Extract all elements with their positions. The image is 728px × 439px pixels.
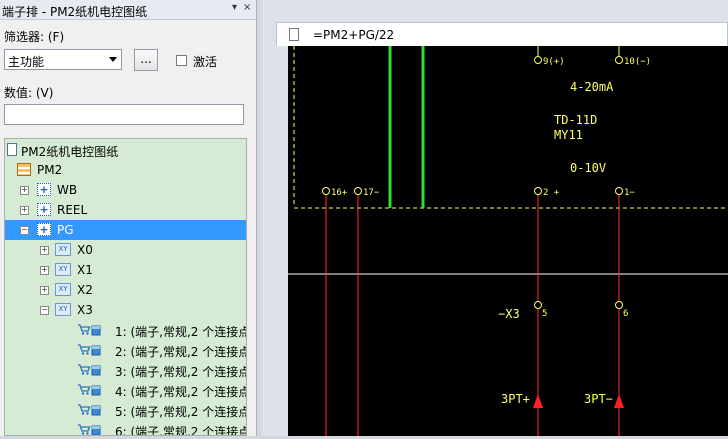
tree-item-label: 2: (端子,常规,2 个连接点 [115, 345, 247, 359]
collapse-icon[interactable]: − [40, 306, 49, 315]
terminal-cart-icon [77, 323, 101, 336]
location-icon: + [37, 203, 51, 216]
terminal-cart-icon [77, 383, 101, 396]
tree-item-terminal[interactable]: 3: (端子,常规,2 个连接点 [5, 360, 247, 380]
arrow-up-icon [614, 394, 624, 408]
tree-item-x1[interactable]: + XY X1 [5, 260, 246, 280]
pin-17-label: 17− [363, 188, 380, 198]
terminal-circle [615, 187, 623, 195]
tree-item-label: PM2纸机电控图纸 [21, 145, 119, 159]
schematic-canvas[interactable]: 9(+) 10(−) 4-20mA TD-11D MY11 0-10V 16+ … [288, 46, 728, 436]
tree-item-terminal[interactable]: 1: (端子,常规,2 个连接点 [5, 320, 247, 340]
tree-item-terminal[interactable]: 4: (端子,常规,2 个连接点 [5, 380, 247, 400]
xy-strip-icon: XY [55, 283, 71, 296]
tree-item-label: 5: (端子,常规,2 个连接点 [115, 405, 247, 419]
tree-item-label: 1: (端子,常规,2 个连接点 [115, 325, 247, 339]
terminal-tree[interactable]: PM2纸机电控图纸 PM2 + + WB + + REEL − + PG + X… [4, 138, 247, 436]
terminal-strip-panel: 端子排 - PM2纸机电控图纸 ▾ × 筛选器: (F) 主功能 ... 激活 … [0, 0, 257, 436]
tab-page[interactable]: =PM2+PG/22 [276, 22, 728, 46]
tree-item-label: X3 [77, 303, 93, 317]
expand-icon[interactable]: + [40, 286, 49, 295]
device-type-label: TD-11D [554, 113, 597, 127]
location-icon: + [37, 223, 51, 236]
collapse-icon[interactable]: − [20, 226, 29, 235]
terminal-cart-icon [77, 343, 101, 356]
tree-item-root[interactable]: PM2纸机电控图纸 [5, 140, 246, 160]
tree-item-pm2[interactable]: PM2 [5, 160, 246, 180]
tree-item-label: REEL [57, 203, 88, 217]
pin-16-label: 16+ [331, 188, 348, 198]
tree-item-label: 4: (端子,常规,2 个连接点 [115, 385, 247, 399]
close-icon[interactable]: × [243, 2, 251, 13]
pin-6-label: 6 [623, 309, 628, 319]
terminal-cart-icon [77, 363, 101, 376]
tree-item-x0[interactable]: + XY X0 [5, 240, 246, 260]
filter-select[interactable]: 主功能 [4, 49, 122, 70]
tree-item-label: 6: (端子,常规,2 个连接点 [115, 425, 247, 436]
xy-strip-icon: XY [55, 303, 71, 316]
terminal-circle [534, 301, 542, 309]
activate-label: 激活 [193, 55, 218, 69]
page-icon [289, 28, 299, 41]
connector-label: −X3 [498, 307, 520, 321]
xy-strip-icon: XY [55, 263, 71, 276]
signal-current-label: 4-20mA [570, 80, 614, 94]
output-minus-label: 3PT− [584, 392, 613, 406]
tree-item-label: PG [57, 223, 74, 237]
pin-2-label: 2 + [543, 188, 560, 198]
schematic-drawing: 9(+) 10(−) 4-20mA TD-11D MY11 0-10V 16+ … [288, 46, 728, 436]
activate-checkbox[interactable] [176, 55, 187, 66]
terminal-circle [354, 187, 362, 195]
tree-item-terminal[interactable]: 6: (端子,常规,2 个连接点 [5, 420, 247, 436]
pin-dropdown-icon[interactable]: ▾ [232, 2, 237, 13]
tree-item-reel[interactable]: + + REEL [5, 200, 246, 220]
pin-9-label: 9(+) [543, 57, 565, 67]
pin-1-label: 1− [624, 188, 635, 198]
panel-title: 端子排 - PM2纸机电控图纸 [2, 5, 148, 19]
panel-titlebar: 端子排 - PM2纸机电控图纸 ▾ × [0, 0, 256, 20]
browse-button[interactable]: ... [134, 49, 158, 71]
value-input[interactable] [4, 104, 244, 125]
tree-item-terminal[interactable]: 2: (端子,常规,2 个连接点 [5, 340, 247, 360]
tree-item-wb[interactable]: + + WB [5, 180, 246, 200]
tree-item-label: 3: (端子,常规,2 个连接点 [115, 365, 247, 379]
terminal-circle [615, 56, 623, 64]
tree-item-label: X2 [77, 283, 93, 297]
tree-item-label: WB [57, 183, 78, 197]
tree-item-x3[interactable]: − XY X3 [5, 300, 246, 320]
tree-item-label: X0 [77, 243, 93, 257]
terminal-circle [615, 301, 623, 309]
terminal-circle [534, 56, 542, 64]
tab-title: =PM2+PG/22 [313, 28, 395, 42]
terminal-cart-icon [77, 403, 101, 416]
signal-voltage-label: 0-10V [570, 161, 606, 175]
terminal-circle [534, 187, 542, 195]
output-plus-label: 3PT+ [501, 392, 530, 406]
tree-item-label: PM2 [37, 163, 63, 177]
terminal-circle [322, 187, 330, 195]
terminal-strip-icon [17, 163, 31, 176]
terminal-cart-icon [77, 423, 101, 435]
pin-10-label: 10(−) [624, 57, 651, 67]
value-label: 数值: (V) [4, 86, 54, 100]
arrow-up-icon [533, 394, 543, 408]
expand-icon[interactable]: + [40, 246, 49, 255]
expand-icon[interactable]: + [40, 266, 49, 275]
tree-item-pg[interactable]: − + PG [5, 220, 246, 240]
xy-strip-icon: XY [55, 243, 71, 256]
chevron-down-icon [109, 57, 117, 62]
document-icon [7, 143, 17, 156]
tree-item-x2[interactable]: + XY X2 [5, 280, 246, 300]
tree-item-label: X1 [77, 263, 93, 277]
device-id-label: MY11 [554, 128, 583, 142]
expand-icon[interactable]: + [20, 206, 29, 215]
location-icon: + [37, 183, 51, 196]
filter-select-value: 主功能 [8, 55, 45, 69]
pin-5-label: 5 [542, 309, 547, 319]
expand-icon[interactable]: + [20, 186, 29, 195]
tree-item-terminal[interactable]: 5: (端子,常规,2 个连接点 [5, 400, 247, 420]
filter-label: 筛选器: (F) [4, 30, 65, 44]
